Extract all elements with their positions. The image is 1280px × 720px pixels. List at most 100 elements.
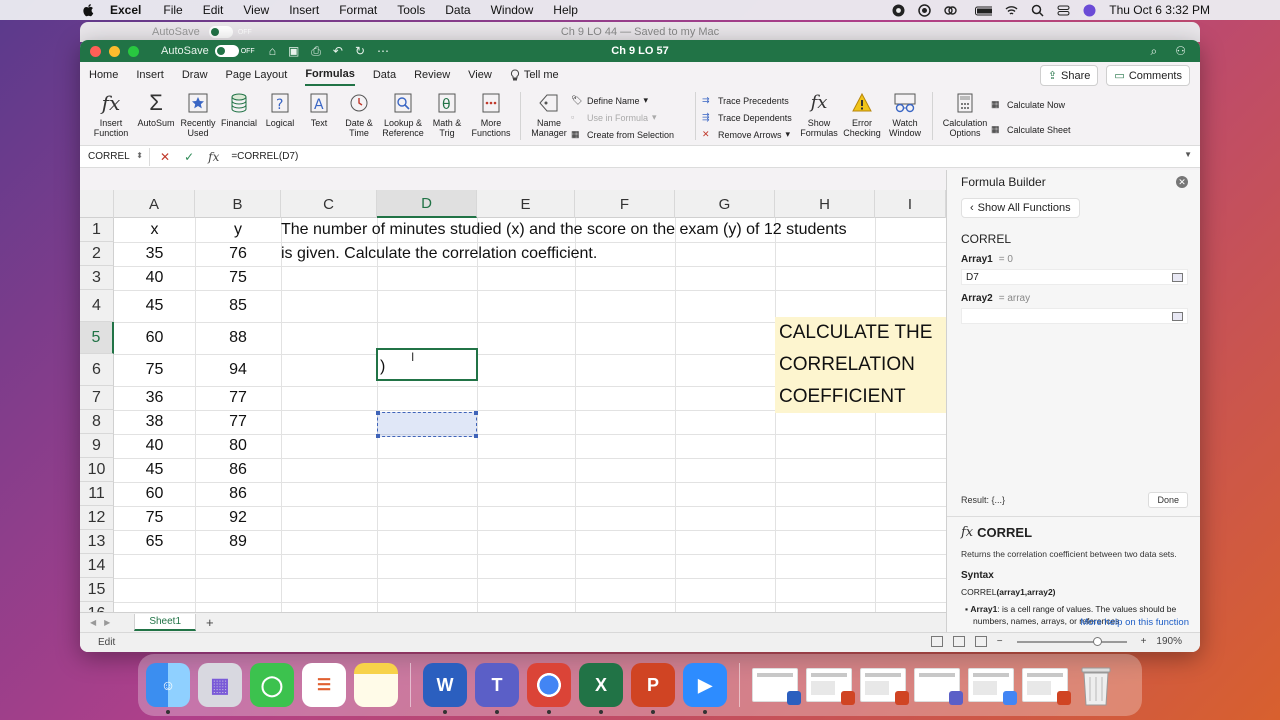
menu-file[interactable]: File xyxy=(163,3,182,17)
people-icon[interactable]: ⚇ xyxy=(1175,44,1186,59)
lookup-reference-button[interactable]: Lookup & Reference xyxy=(380,88,426,138)
column-header-d[interactable]: D xyxy=(377,190,477,218)
show-formulas-button[interactable]: fx Show Formulas xyxy=(798,88,840,139)
next-sheet-icon[interactable]: ▶ xyxy=(104,618,110,627)
battery-icon[interactable] xyxy=(970,4,993,17)
range-handle[interactable] xyxy=(376,411,380,415)
row-header-16[interactable]: 16 xyxy=(80,602,114,612)
control-center-icon[interactable] xyxy=(1057,4,1070,17)
cell-a4[interactable]: 45 xyxy=(114,290,195,322)
tab-formulas[interactable]: Formulas xyxy=(305,64,355,86)
menu-tools[interactable]: Tools xyxy=(397,3,425,17)
sheet-tab-sheet1[interactable]: Sheet1 xyxy=(134,614,197,631)
done-button[interactable]: Done xyxy=(1148,492,1188,508)
cell-b13[interactable]: 89 xyxy=(195,530,281,554)
row-header-2[interactable]: 2 xyxy=(80,242,114,266)
row-header-4[interactable]: 4 xyxy=(80,290,114,322)
row-header-6[interactable]: 6 xyxy=(80,354,114,386)
cell-b5[interactable]: 88 xyxy=(195,322,281,354)
calculation-options-button[interactable]: Calculation Options xyxy=(939,88,991,138)
zoom-out-icon[interactable]: − xyxy=(997,636,1003,647)
minimized-window-thumbnail[interactable] xyxy=(860,668,909,705)
reminders-icon[interactable]: ☰ xyxy=(302,663,346,707)
cell-b6[interactable]: 94 xyxy=(195,354,281,386)
create-from-selection-button[interactable]: ▦ Create from Selection xyxy=(571,128,689,141)
cell-b1[interactable]: y xyxy=(195,218,281,242)
zoom-in-icon[interactable]: + xyxy=(1141,636,1147,647)
cell-b4[interactable]: 85 xyxy=(195,290,281,322)
cell-b8[interactable]: 77 xyxy=(195,410,281,434)
column-header-f[interactable]: F xyxy=(575,190,675,218)
chrome-icon[interactable] xyxy=(527,663,571,714)
more-help-link[interactable]: More help on this function xyxy=(1080,617,1189,628)
worksheet-grid[interactable]: ABCDEFGHI 12345678910111213141516 xy3576… xyxy=(80,190,946,612)
tab-draw[interactable]: Draw xyxy=(182,65,208,85)
cell-a5[interactable]: 60 xyxy=(114,322,195,354)
row-header-1[interactable]: 1 xyxy=(80,218,114,242)
close-window-button[interactable] xyxy=(90,45,101,57)
menu-data[interactable]: Data xyxy=(445,3,470,17)
screen-record-icon[interactable] xyxy=(918,3,932,17)
name-box[interactable]: CORREL ⬍ xyxy=(82,147,150,166)
array1-input[interactable]: D7 xyxy=(961,269,1188,285)
name-manager-button[interactable]: Name Manager xyxy=(527,88,571,138)
cell-a8[interactable]: 38 xyxy=(114,410,195,434)
expand-formula-bar-icon[interactable]: ▼ xyxy=(1184,150,1192,159)
menu-app-name[interactable]: Excel xyxy=(110,3,141,17)
menubar-clock[interactable]: Thu Oct 6 3:32 PM xyxy=(1109,3,1210,17)
menu-view[interactable]: View xyxy=(243,3,269,17)
tab-review[interactable]: Review xyxy=(414,65,450,85)
calculate-now-button[interactable]: ▦ Calculate Now xyxy=(991,98,1081,111)
cell-a12[interactable]: 75 xyxy=(114,506,195,530)
row-header-14[interactable]: 14 xyxy=(80,554,114,578)
excel-icon[interactable]: X xyxy=(579,663,623,714)
cell-a2[interactable]: 35 xyxy=(114,242,195,266)
menu-edit[interactable]: Edit xyxy=(203,3,224,17)
background-excel-window[interactable]: AutoSave OFF Ch 9 LO 44 — Saved to my Ma… xyxy=(80,22,1200,42)
share-button[interactable]: ⇪ Share xyxy=(1039,65,1099,86)
tab-data[interactable]: Data xyxy=(373,65,396,85)
redo-icon[interactable]: ↻ xyxy=(355,44,365,59)
column-header-i[interactable]: I xyxy=(875,190,946,218)
tell-me-search[interactable]: Tell me xyxy=(510,65,559,85)
row-header-15[interactable]: 15 xyxy=(80,578,114,602)
cell-a13[interactable]: 65 xyxy=(114,530,195,554)
minimized-window-thumbnail[interactable] xyxy=(752,668,801,705)
date-time-button[interactable]: Date & Time xyxy=(338,88,380,138)
math-trig-button[interactable]: θ Math & Trig xyxy=(426,88,468,138)
wifi-icon[interactable] xyxy=(1005,4,1018,17)
row-header-10[interactable]: 10 xyxy=(80,458,114,482)
minimized-window-thumbnail[interactable] xyxy=(914,668,963,705)
messages-icon[interactable]: ◯ xyxy=(250,663,294,707)
menu-window[interactable]: Window xyxy=(491,3,534,17)
word-icon[interactable]: W xyxy=(423,663,467,714)
search-icon[interactable]: ⌕ xyxy=(1151,44,1158,59)
column-header-a[interactable]: A xyxy=(114,190,195,218)
tab-insert[interactable]: Insert xyxy=(136,65,164,85)
column-header-e[interactable]: E xyxy=(477,190,575,218)
calculate-sheet-button[interactable]: ▦ Calculate Sheet xyxy=(991,123,1081,136)
minimized-window-thumbnail[interactable] xyxy=(968,668,1017,705)
row-header-7[interactable]: 7 xyxy=(80,386,114,410)
problem-text-line-1[interactable]: The number of minutes studied (x) and th… xyxy=(281,221,847,239)
range-handle[interactable] xyxy=(474,434,478,438)
financial-button[interactable]: Financial xyxy=(218,88,260,128)
menu-help[interactable]: Help xyxy=(553,3,578,17)
range-handle[interactable] xyxy=(474,411,478,415)
close-icon[interactable]: ✕ xyxy=(1176,176,1188,188)
cell-b12[interactable]: 92 xyxy=(195,506,281,530)
cell-a3[interactable]: 40 xyxy=(114,266,195,290)
range-handle[interactable] xyxy=(376,434,380,438)
minimize-window-button[interactable] xyxy=(109,45,120,57)
home-icon[interactable]: ⌂ xyxy=(269,44,276,59)
watch-window-button[interactable]: Watch Window xyxy=(884,88,926,138)
recently-used-button[interactable]: Recently Used xyxy=(178,88,218,138)
trace-precedents-button[interactable]: ⇉ Trace Precedents xyxy=(702,94,798,107)
zoom-slider-knob[interactable] xyxy=(1092,636,1102,646)
remove-arrows-button[interactable]: ✕ Remove Arrows ▾ xyxy=(702,128,798,141)
launchpad-icon[interactable]: ▦ xyxy=(198,663,242,707)
use-in-formula-button[interactable]: ▫ Use in Formula ▾ xyxy=(571,111,689,124)
comments-button[interactable]: ▭ Comments xyxy=(1106,65,1190,86)
cell-a6[interactable]: 75 xyxy=(114,354,195,386)
creative-cloud-icon[interactable] xyxy=(944,4,957,17)
